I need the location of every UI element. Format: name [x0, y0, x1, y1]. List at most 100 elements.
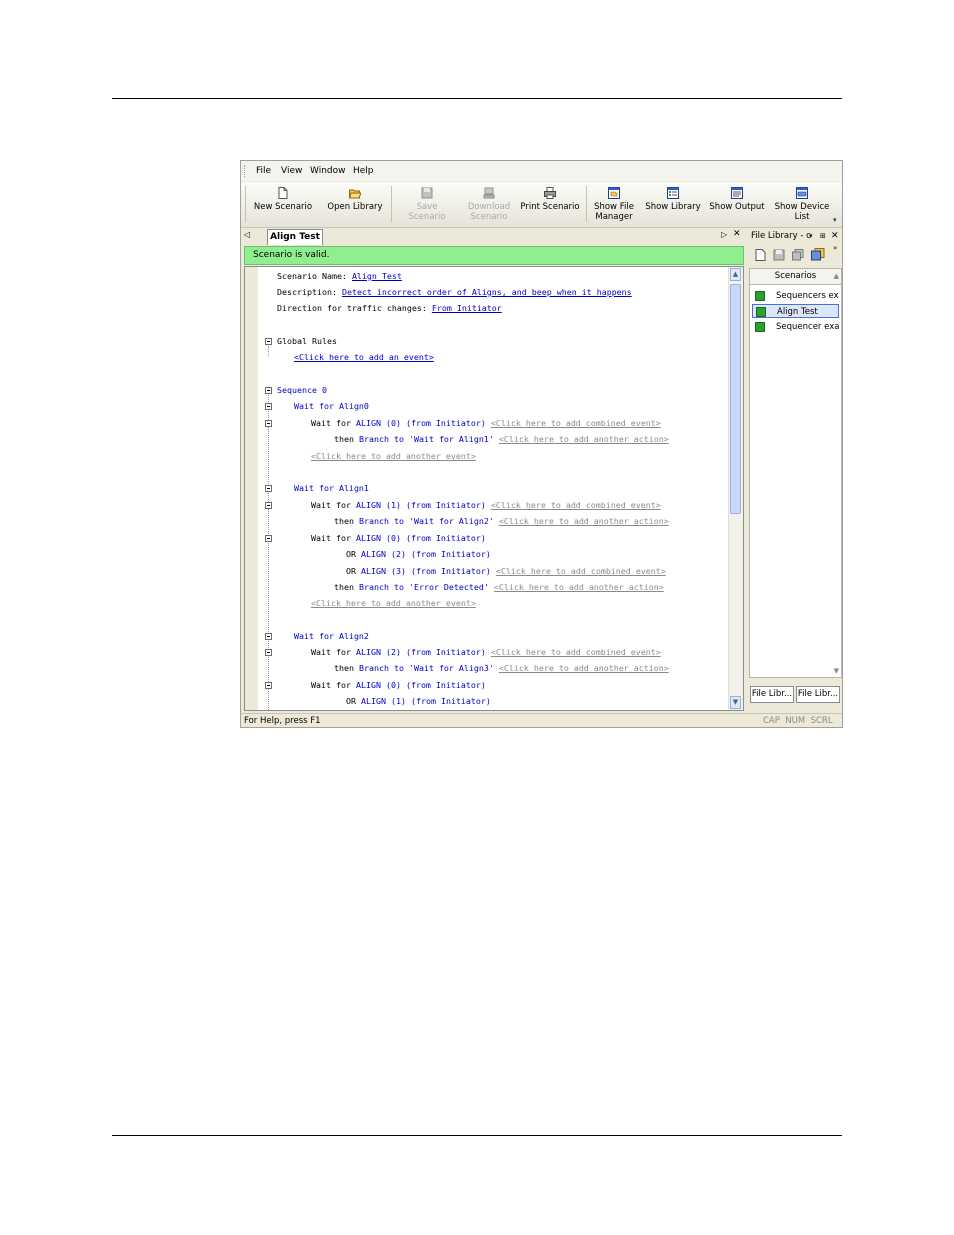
open-library-label: Open Library: [327, 202, 383, 212]
description-line: Description: Detect incorrect order of A…: [277, 287, 632, 297]
output-icon: [731, 187, 743, 199]
save-scenario-button[interactable]: Save Scenario: [397, 185, 457, 225]
toolbar-grip: [245, 186, 246, 222]
toolbar-separator: [586, 186, 587, 222]
add-combined-event-link[interactable]: <Click here to add combined event>: [496, 566, 666, 576]
collapse-toggle[interactable]: [265, 420, 272, 427]
panel-tab-file-library-2[interactable]: File Libr...: [796, 686, 840, 703]
device-list-icon: [796, 187, 808, 199]
top-rule: [112, 98, 842, 99]
description-link[interactable]: Detect incorrect order of Aligns, and be…: [342, 287, 632, 297]
add-another-event-link[interactable]: <Click here to add another event>: [311, 451, 476, 462]
add-combined-event-link[interactable]: <Click here to add combined event>: [491, 418, 661, 428]
editor-vertical-scrollbar[interactable]: ▲ ▼: [728, 267, 743, 710]
menu-view[interactable]: View: [281, 166, 302, 176]
show-device-list-button[interactable]: Show Device List: [773, 185, 831, 225]
action-line: then Branch to 'Wait for Align1' <Click …: [334, 434, 669, 444]
scenario-editor[interactable]: Scenario Name: Align Test Description: D…: [244, 266, 744, 711]
tree-line: [268, 395, 269, 710]
new-scenario-button[interactable]: New Scenario: [253, 185, 313, 225]
application-window: File View Window Help New Scenario Open …: [240, 160, 843, 728]
add-action-link[interactable]: <Click here to add another action>: [494, 582, 664, 592]
menu-bar: File View Window Help: [241, 161, 842, 181]
save-all-icon[interactable]: [792, 249, 804, 261]
open-folder-icon: [349, 189, 361, 199]
list-item[interactable]: Sequencer exa...: [752, 320, 839, 334]
close-tab-icon[interactable]: ✕: [733, 229, 741, 239]
copy-files-icon[interactable]: [811, 248, 825, 261]
save-scenario-label: Save Scenario: [408, 202, 446, 222]
show-library-button[interactable]: Show Library: [645, 185, 701, 225]
scenario-name-link[interactable]: Align Test: [352, 271, 402, 281]
panel-tab-file-library-1[interactable]: File Libr...: [750, 686, 794, 703]
state-heading: Wait for Align2: [294, 631, 369, 641]
wait-event-line: Wait for ALIGN (1) (from Initiator) <Cli…: [311, 500, 661, 510]
close-panel-icon[interactable]: ✕: [831, 228, 839, 244]
add-action-link[interactable]: <Click here to add another action>: [499, 516, 669, 526]
add-combined-event-link[interactable]: <Click here to add combined event>: [491, 500, 661, 510]
library-icon: [667, 187, 679, 199]
scenario-icon: [755, 291, 765, 301]
new-scenario-label: New Scenario: [253, 202, 313, 212]
panel-toolbar: »: [747, 244, 842, 266]
state-heading: Wait for Align0: [294, 401, 369, 411]
download-scenario-button[interactable]: Download Scenario: [463, 185, 515, 225]
panel-scroll-up-icon[interactable]: ▲: [834, 269, 839, 284]
tab-align-test[interactable]: Align Test: [267, 229, 323, 245]
bottom-rule: [112, 1135, 842, 1136]
scroll-thumb[interactable]: [730, 284, 741, 514]
tab-scroll-left-icon[interactable]: ◁: [244, 230, 250, 239]
scenarios-column-header[interactable]: Scenarios ▲: [749, 268, 842, 285]
menu-window[interactable]: Window: [310, 166, 346, 176]
menu-file[interactable]: File: [256, 166, 271, 176]
action-line: then Branch to 'Wait for Align3' <Click …: [334, 663, 669, 673]
save-file-icon[interactable]: [773, 249, 785, 261]
action-line: then Branch to 'Wait for Align2' <Click …: [334, 516, 669, 526]
collapse-toggle[interactable]: [265, 682, 272, 689]
open-library-button[interactable]: Open Library: [327, 185, 383, 225]
print-scenario-button[interactable]: Print Scenario: [519, 185, 581, 225]
scenario-icon: [756, 307, 766, 317]
show-output-button[interactable]: Show Output: [709, 185, 765, 225]
collapse-toggle[interactable]: [265, 338, 272, 345]
file-manager-icon: [608, 187, 620, 199]
collapse-toggle[interactable]: [265, 535, 272, 542]
menu-help[interactable]: Help: [353, 166, 374, 176]
direction-link[interactable]: From Initiator: [432, 303, 502, 313]
scroll-up-icon[interactable]: ▲: [730, 268, 741, 281]
collapse-toggle[interactable]: [265, 502, 272, 509]
show-file-manager-button[interactable]: Show File Manager: [591, 185, 637, 225]
wait-event-line: Wait for ALIGN (0) (from Initiator): [311, 533, 486, 543]
collapse-toggle[interactable]: [265, 387, 272, 394]
download-icon: [483, 187, 495, 199]
add-another-event-link[interactable]: <Click here to add another event>: [311, 598, 476, 609]
list-item[interactable]: Align Test: [752, 304, 839, 318]
add-action-link[interactable]: <Click here to add another action>: [499, 434, 669, 444]
collapse-toggle[interactable]: [265, 649, 272, 656]
pin-icon[interactable]: ⊞: [820, 228, 826, 244]
status-bar: For Help, press F1 CAP NUM SCRL: [241, 713, 842, 727]
scroll-down-icon[interactable]: ▼: [730, 696, 741, 709]
collapse-toggle[interactable]: [265, 485, 272, 492]
collapse-toggle[interactable]: [265, 633, 272, 640]
sequence-heading: Sequence 0: [277, 385, 327, 395]
scenario-name-line: Scenario Name: Align Test: [277, 271, 402, 281]
file-library-panel: File Library - c ▾ ⊞ ✕ » Scenarios ▲ Seq…: [747, 228, 842, 713]
grip-icon[interactable]: [244, 165, 247, 177]
add-combined-event-link[interactable]: <Click here to add combined event>: [491, 647, 661, 657]
wait-event-line: Wait for ALIGN (0) (from Initiator): [311, 680, 486, 690]
add-action-link[interactable]: <Click here to add another action>: [499, 663, 669, 673]
collapse-toggle[interactable]: [265, 403, 272, 410]
list-item[interactable]: Sequencers ex...: [752, 289, 839, 303]
toolbar: New Scenario Open Library Save Scenario …: [241, 182, 842, 228]
toolbar-overflow-icon[interactable]: ▾: [833, 216, 837, 224]
or-event-line: OR ALIGN (3) (from Initiator) <Click her…: [346, 566, 666, 576]
new-file-icon[interactable]: [755, 249, 766, 261]
panel-scroll-down-icon[interactable]: ▼: [834, 667, 839, 675]
tab-scroll-right-icon[interactable]: ▷: [721, 230, 727, 239]
print-scenario-label: Print Scenario: [520, 202, 580, 212]
add-event-link[interactable]: <Click here to add an event>: [294, 352, 434, 363]
panel-toolbar-overflow-icon[interactable]: »: [833, 244, 837, 252]
scenario-list: Sequencers ex... Align Test Sequencer ex…: [749, 285, 842, 678]
panel-dropdown-icon[interactable]: ▾: [809, 228, 813, 244]
